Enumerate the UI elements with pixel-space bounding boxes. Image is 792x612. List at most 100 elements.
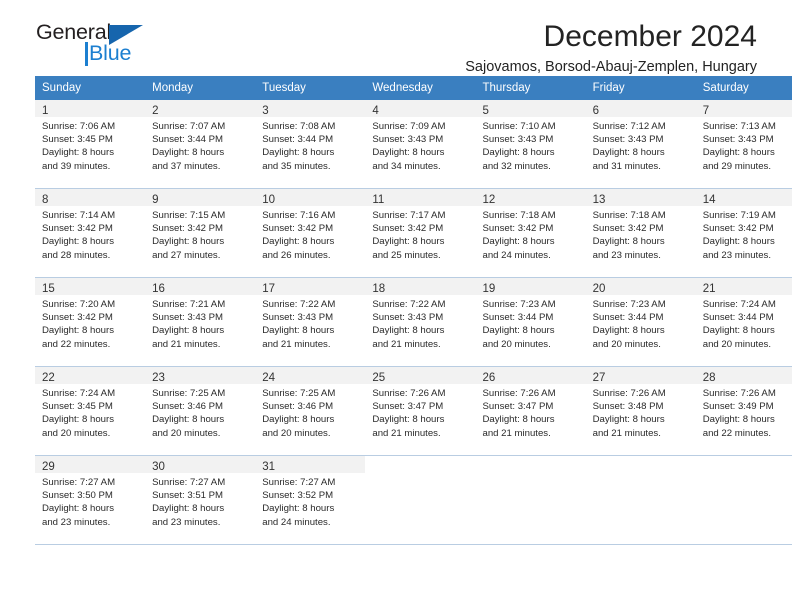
daylight-duration-line2: and 21 minutes. bbox=[372, 338, 441, 350]
logo-text-blue: Blue bbox=[89, 41, 132, 65]
day-number-band: 16 bbox=[145, 278, 256, 295]
day-cell-14[interactable]: 14 Sunrise: 7:19 AM Sunset: 3:42 PM Dayligh… bbox=[695, 189, 792, 278]
sunset-time: Sunset: 3:43 PM bbox=[592, 134, 664, 146]
sunrise-time: Sunrise: 7:25 AM bbox=[262, 388, 336, 399]
daylight-duration-line2: and 20 minutes. bbox=[592, 338, 661, 350]
day-cell-25[interactable]: 25 Sunrise: 7:26 AM Sunset: 3:47 PM Dayligh… bbox=[365, 367, 476, 456]
day-cell-31[interactable]: 31 Sunrise: 7:27 AM Sunset: 3:52 PM Dayligh… bbox=[255, 456, 366, 545]
sunrise-time: Sunrise: 7:19 AM bbox=[702, 210, 776, 221]
day-cell-5[interactable]: 5 Sunrise: 7:10 AM Sunset: 3:43 PM Daylight… bbox=[475, 100, 586, 189]
day-number-band: 31 bbox=[255, 456, 366, 473]
general-blue-logo[interactable]: General Blue bbox=[35, 21, 265, 74]
day-cell-6[interactable]: 6 Sunrise: 7:12 AM Sunset: 3:43 PM Daylight… bbox=[585, 100, 696, 189]
day-number: 23 bbox=[152, 372, 165, 384]
day-cell-15[interactable]: 15 Sunrise: 7:20 AM Sunset: 3:42 PM Dayligh… bbox=[35, 278, 146, 367]
daylight-duration-line2: and 20 minutes. bbox=[482, 338, 551, 350]
sunrise-time: Sunrise: 7:20 AM bbox=[42, 299, 116, 310]
day-number-band bbox=[365, 456, 475, 473]
day-cell-16[interactable]: 16 Sunrise: 7:21 AM Sunset: 3:43 PM Dayligh… bbox=[145, 278, 256, 367]
daylight-duration-line2: and 32 minutes. bbox=[482, 160, 551, 172]
daylight-duration-line1: Daylight: 8 hours bbox=[42, 325, 114, 337]
daylight-duration-line1: Daylight: 8 hours bbox=[262, 236, 335, 248]
day-number-band: 25 bbox=[365, 367, 476, 384]
day-cell-21[interactable]: 21 Sunrise: 7:24 AM Sunset: 3:44 PM Dayligh… bbox=[695, 278, 792, 367]
day-number: 12 bbox=[482, 194, 496, 206]
day-details: Sunrise: 7:27 AM Sunset: 3:50 PM Daylight:… bbox=[35, 473, 145, 529]
day-cell-19[interactable]: 19 Sunrise: 7:23 AM Sunset: 3:44 PM Dayligh… bbox=[475, 278, 586, 367]
calendar-day-cell: 17 Sunrise: 7:22 AM Sunset: 3:43 PM Dayligh… bbox=[255, 278, 366, 367]
day-number: 6 bbox=[592, 105, 600, 117]
day-number-band: 21 bbox=[695, 278, 792, 295]
sunrise-time: Sunrise: 7:23 AM bbox=[592, 299, 666, 310]
sunrise-time: Sunrise: 7:25 AM bbox=[152, 388, 226, 399]
day-cell-7[interactable]: 7 Sunrise: 7:13 AM Sunset: 3:43 PM Daylight… bbox=[695, 100, 792, 189]
day-number-band: 13 bbox=[585, 189, 696, 206]
calendar-week-row: 1 Sunrise: 7:06 AM Sunset: 3:45 PM Daylight… bbox=[35, 100, 792, 189]
day-cell-2[interactable]: 2 Sunrise: 7:07 AM Sunset: 3:44 PM Daylight… bbox=[145, 100, 256, 189]
calendar-week-row: 15 Sunrise: 7:20 AM Sunset: 3:42 PM Dayligh… bbox=[35, 278, 792, 367]
calendar-week-row: 22 Sunrise: 7:24 AM Sunset: 3:45 PM Dayligh… bbox=[35, 367, 792, 456]
day-cell-empty bbox=[695, 456, 792, 545]
daylight-duration-line1: Daylight: 8 hours bbox=[152, 325, 225, 337]
sunrise-time: Sunrise: 7:26 AM bbox=[372, 388, 446, 399]
day-cell-26[interactable]: 26 Sunrise: 7:26 AM Sunset: 3:47 PM Dayligh… bbox=[475, 367, 586, 456]
daylight-duration-line2: and 27 minutes. bbox=[152, 249, 221, 261]
sunrise-time: Sunrise: 7:08 AM bbox=[262, 121, 336, 132]
sunrise-time: Sunrise: 7:24 AM bbox=[702, 299, 776, 310]
day-number-band: 8 bbox=[35, 189, 146, 206]
day-cell-8[interactable]: 8 Sunrise: 7:14 AM Sunset: 3:42 PM Daylight… bbox=[35, 189, 146, 278]
day-cell-13[interactable]: 13 Sunrise: 7:18 AM Sunset: 3:42 PM Dayligh… bbox=[585, 189, 696, 278]
day-number: 9 bbox=[152, 194, 159, 206]
daylight-duration-line1: Daylight: 8 hours bbox=[702, 325, 775, 337]
day-cell-18[interactable]: 18 Sunrise: 7:22 AM Sunset: 3:43 PM Dayligh… bbox=[365, 278, 476, 367]
calendar-day-cell: 4 Sunrise: 7:09 AM Sunset: 3:43 PM Daylight… bbox=[365, 100, 476, 189]
daylight-duration-line2: and 21 minutes. bbox=[372, 427, 441, 439]
day-number: 24 bbox=[262, 372, 276, 384]
day-cell-4[interactable]: 4 Sunrise: 7:09 AM Sunset: 3:43 PM Daylight… bbox=[365, 100, 476, 189]
day-cell-23[interactable]: 23 Sunrise: 7:25 AM Sunset: 3:46 PM Dayligh… bbox=[145, 367, 256, 456]
day-number-band: 10 bbox=[255, 189, 366, 206]
calendar-day-cell: 22 Sunrise: 7:24 AM Sunset: 3:45 PM Dayligh… bbox=[35, 367, 146, 456]
day-number: 30 bbox=[152, 461, 165, 473]
sunrise-time: Sunrise: 7:27 AM bbox=[152, 477, 226, 488]
daylight-duration-line1: Daylight: 8 hours bbox=[372, 414, 445, 426]
sunrise-time: Sunrise: 7:06 AM bbox=[42, 121, 116, 132]
day-number-band: 20 bbox=[585, 278, 696, 295]
day-cell-3[interactable]: 3 Sunrise: 7:08 AM Sunset: 3:44 PM Daylight… bbox=[255, 100, 366, 189]
calendar-day-cell: 12 Sunrise: 7:18 AM Sunset: 3:42 PM Dayligh… bbox=[475, 189, 586, 278]
weekday-header-tuesday: Tuesday bbox=[255, 76, 366, 100]
day-details: Sunrise: 7:10 AM Sunset: 3:43 PM Daylight:… bbox=[476, 117, 586, 173]
day-details: Sunrise: 7:22 AM Sunset: 3:43 PM Daylight:… bbox=[365, 295, 475, 351]
day-cell-30[interactable]: 30 Sunrise: 7:27 AM Sunset: 3:51 PM Dayligh… bbox=[145, 456, 256, 545]
day-cell-11[interactable]: 11 Sunrise: 7:17 AM Sunset: 3:42 PM Dayligh… bbox=[365, 189, 476, 278]
day-cell-20[interactable]: 20 Sunrise: 7:23 AM Sunset: 3:44 PM Dayligh… bbox=[585, 278, 696, 367]
day-cell-29[interactable]: 29 Sunrise: 7:27 AM Sunset: 3:50 PM Dayligh… bbox=[35, 456, 146, 545]
day-number-band: 14 bbox=[695, 189, 792, 206]
day-number: 5 bbox=[482, 105, 489, 117]
day-cell-1[interactable]: 1 Sunrise: 7:06 AM Sunset: 3:45 PM Daylight… bbox=[35, 100, 146, 189]
calendar-day-cell: 16 Sunrise: 7:21 AM Sunset: 3:43 PM Dayligh… bbox=[145, 278, 256, 367]
daylight-duration-line2: and 21 minutes. bbox=[152, 338, 221, 350]
sunset-time: Sunset: 3:51 PM bbox=[152, 490, 224, 502]
sunset-time: Sunset: 3:43 PM bbox=[482, 134, 554, 146]
weekday-header-wednesday: Wednesday bbox=[365, 76, 476, 100]
day-cell-22[interactable]: 22 Sunrise: 7:24 AM Sunset: 3:45 PM Dayligh… bbox=[35, 367, 146, 456]
day-cell-27[interactable]: 27 Sunrise: 7:26 AM Sunset: 3:48 PM Dayligh… bbox=[585, 367, 696, 456]
day-details: Sunrise: 7:25 AM Sunset: 3:46 PM Daylight:… bbox=[255, 384, 365, 440]
day-cell-24[interactable]: 24 Sunrise: 7:25 AM Sunset: 3:46 PM Dayligh… bbox=[255, 367, 366, 456]
day-details: Sunrise: 7:24 AM Sunset: 3:45 PM Daylight:… bbox=[35, 384, 145, 440]
sunrise-time: Sunrise: 7:26 AM bbox=[482, 388, 556, 399]
calendar-day-cell: 8 Sunrise: 7:14 AM Sunset: 3:42 PM Daylight… bbox=[35, 189, 146, 278]
day-cell-9[interactable]: 9 Sunrise: 7:15 AM Sunset: 3:42 PM Daylight… bbox=[145, 189, 256, 278]
daylight-duration-line1: Daylight: 8 hours bbox=[262, 147, 335, 159]
day-cell-28[interactable]: 28 Sunrise: 7:26 AM Sunset: 3:49 PM Dayligh… bbox=[695, 367, 792, 456]
day-cell-17[interactable]: 17 Sunrise: 7:22 AM Sunset: 3:43 PM Dayligh… bbox=[255, 278, 366, 367]
day-number-band: 30 bbox=[145, 456, 256, 473]
sunrise-time: Sunrise: 7:21 AM bbox=[152, 299, 226, 310]
day-cell-10[interactable]: 10 Sunrise: 7:16 AM Sunset: 3:42 PM Dayligh… bbox=[255, 189, 366, 278]
daylight-duration-line2: and 20 minutes. bbox=[262, 427, 331, 439]
sunrise-time: Sunrise: 7:12 AM bbox=[592, 121, 666, 132]
day-number-band: 7 bbox=[695, 100, 792, 117]
calendar-day-cell: 7 Sunrise: 7:13 AM Sunset: 3:43 PM Daylight… bbox=[695, 100, 792, 189]
day-cell-12[interactable]: 12 Sunrise: 7:18 AM Sunset: 3:42 PM Dayligh… bbox=[475, 189, 586, 278]
